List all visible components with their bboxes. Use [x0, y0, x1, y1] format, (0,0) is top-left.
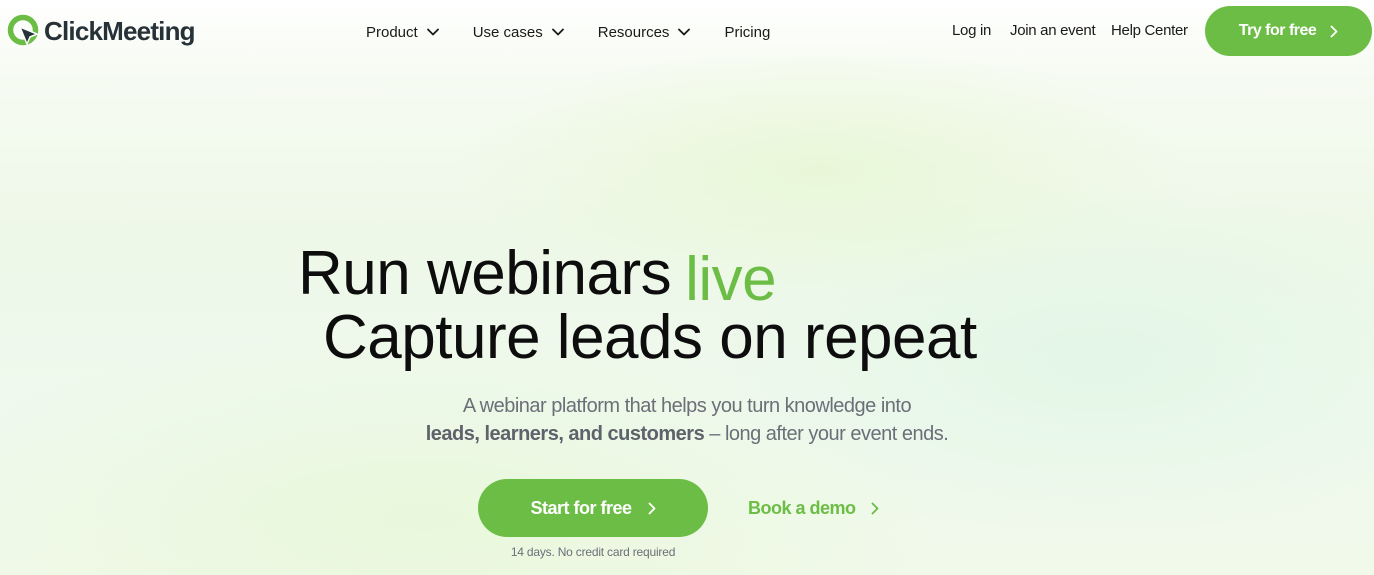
try-for-free-label: Try for free: [1238, 22, 1317, 39]
clickmeeting-logo[interactable]: ClickMeeting: [7, 14, 196, 48]
hero-subtitle-line1: A webinar platform that helps you turn k…: [462, 395, 912, 417]
nav-item-pricing[interactable]: Pricing: [724, 24, 770, 41]
book-a-demo-label: Book a demo: [748, 497, 856, 518]
hero-subtitle-bold: leads, learners, and customers: [425, 423, 705, 445]
nav-item-resources[interactable]: Resources: [598, 24, 691, 41]
help-center-link[interactable]: Help Center: [1111, 22, 1188, 39]
hero-subtitle-rest: – long after your event ends.: [704, 423, 949, 445]
brand-name: ClickMeeting: [44, 15, 196, 46]
hero-headline-line2: Capture leads on repeat: [323, 303, 977, 372]
nav-item-product[interactable]: Product: [366, 24, 439, 41]
nav-item-label: Use cases: [472, 23, 543, 41]
clickmeeting-logo-icon: [7, 14, 39, 46]
start-for-free-button[interactable]: Start for free: [478, 479, 708, 537]
start-for-free-label: Start for free: [530, 497, 632, 518]
try-for-free-button[interactable]: Try for free: [1205, 6, 1372, 56]
login-link[interactable]: Log in: [952, 22, 991, 39]
chevron-down-icon: [551, 28, 564, 36]
trial-note: 14 days. No credit card required: [510, 545, 676, 559]
hero-subtitle-line2: leads, learners, and customers – long af…: [0, 423, 1374, 446]
chevron-right-icon: [648, 502, 655, 514]
chevron-right-icon: [871, 502, 878, 514]
nav-item-label: Product: [366, 23, 418, 41]
nav-item-label: Pricing: [724, 23, 771, 41]
hero-headline-main: Run webinars: [298, 239, 672, 308]
nav-item-use-cases[interactable]: Use cases: [473, 24, 564, 41]
chevron-down-icon: [678, 28, 691, 36]
book-a-demo-link[interactable]: Book a demo: [748, 497, 879, 519]
chevron-down-icon: [426, 28, 439, 36]
chevron-right-icon: [1330, 25, 1338, 37]
nav-item-label: Resources: [597, 23, 670, 41]
hero-headline-line1: Run webinars live: [298, 243, 777, 311]
site-header: ClickMeeting Product Use cases Resources…: [0, 0, 1374, 62]
join-event-link[interactable]: Join an event: [1010, 22, 1096, 39]
main-nav: Product Use cases Resources Pricing: [366, 22, 770, 42]
